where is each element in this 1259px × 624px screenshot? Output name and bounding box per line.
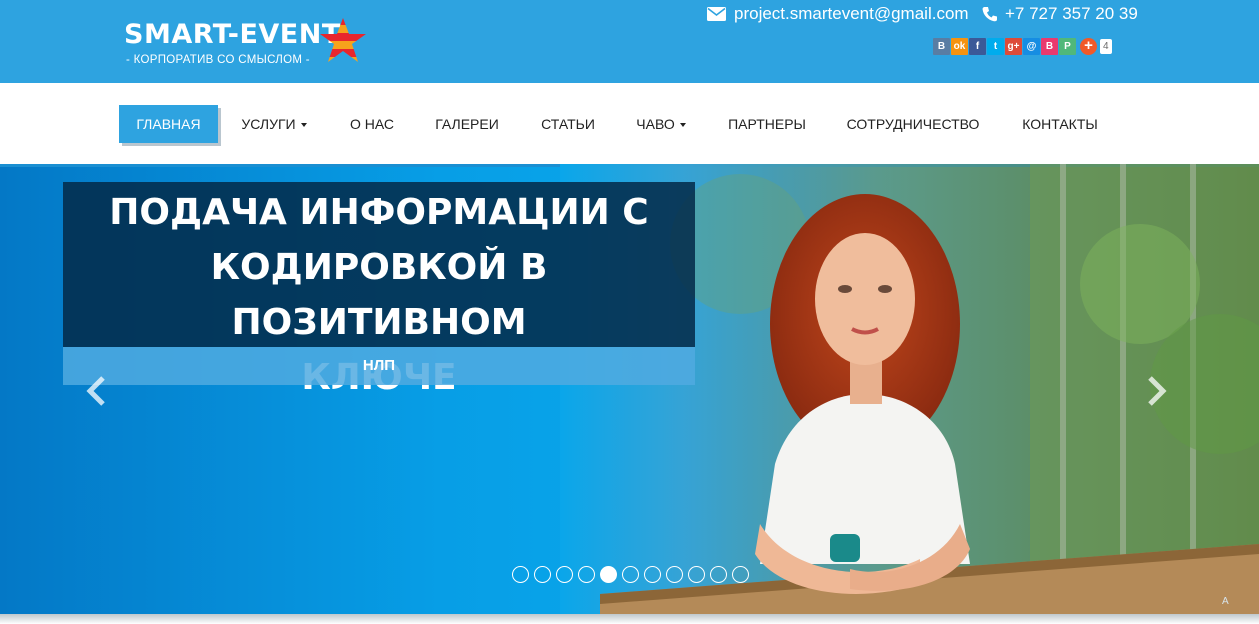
nav-item-label: ЧАВО: [636, 116, 675, 132]
nav-item-4[interactable]: ГАЛЕРЕИ: [425, 105, 509, 143]
share-buttons: Bok f t g+ @ B P +4: [933, 38, 1112, 56]
slider-dot[interactable]: [512, 566, 529, 583]
share-count: 4: [1100, 39, 1112, 54]
slider-dot[interactable]: [710, 566, 727, 583]
slide-subtitle[interactable]: НЛП: [63, 347, 695, 385]
caret-down-icon: [679, 123, 686, 128]
bookmark-icon[interactable]: B: [1041, 38, 1058, 55]
slider-dot[interactable]: [622, 566, 639, 583]
nav-item-label: СОТРУДНИЧЕСТВО: [846, 116, 980, 132]
nav-item-label: ПАРТНЕРЫ: [728, 116, 806, 132]
slider-dot[interactable]: [578, 566, 595, 583]
nav-item-label: ГЛАВНАЯ: [136, 116, 201, 132]
facebook-icon[interactable]: f: [969, 38, 986, 55]
add-share-icon[interactable]: +: [1080, 38, 1097, 55]
nav-item-label: УСЛУГИ: [241, 116, 296, 132]
nav-item-label: О НАС: [349, 116, 395, 132]
nav-item-2[interactable]: УСЛУГИ: [232, 105, 316, 143]
slider-pagination: [512, 566, 754, 583]
slider-dot[interactable]: [688, 566, 705, 583]
nav-item-label: СТАТЬИ: [541, 116, 595, 132]
nav-item-label: ГАЛЕРЕИ: [435, 116, 499, 132]
phone-text[interactable]: +7 727 357 20 39: [1005, 4, 1138, 24]
nav-item-5[interactable]: СТАТЬИ: [530, 105, 606, 143]
nav-item-3[interactable]: О НАС: [339, 105, 405, 143]
slider-dot[interactable]: [644, 566, 661, 583]
print-icon[interactable]: P: [1059, 38, 1076, 55]
main-nav: ГЛАВНАЯ УСЛУГИ О НАС ГАЛЕРЕИ СТАТЬИ ЧАВО ПАРТН…: [0, 83, 1259, 164]
logo-tagline: - КОРПОРАТИВ СО СМЫСЛОМ -: [126, 54, 310, 66]
vk-icon[interactable]: B: [933, 38, 950, 55]
slider-dot[interactable]: [534, 566, 551, 583]
watermark-text: A: [1222, 596, 1229, 607]
slide-title-line: КОДИРОВКОЙ В ПОЗИТИВНОМ: [210, 247, 548, 343]
email-text[interactable]: project.smartevent@gmail.com: [734, 4, 969, 24]
next-slide-arrow-icon[interactable]: [1145, 374, 1169, 408]
prev-slide-arrow-icon[interactable]: [84, 374, 108, 408]
mail-icon[interactable]: @: [1023, 38, 1040, 55]
twitter-icon[interactable]: t: [987, 38, 1004, 55]
nav-item-6[interactable]: ЧАВО: [625, 105, 697, 143]
contact-phone[interactable]: +7 727 357 20 39: [982, 4, 1138, 24]
odnoklassniki-icon[interactable]: ok: [951, 38, 968, 55]
star-icon: [320, 18, 366, 62]
slider-dot[interactable]: [556, 566, 573, 583]
contact-email[interactable]: project.smartevent@gmail.com: [707, 4, 969, 24]
top-bar: SMART-EVENT - КОРПОРАТИВ СО СМЫСЛОМ - pr: [0, 0, 1259, 83]
caret-down-icon: [300, 123, 307, 128]
hero-slider: ПОДАЧА ИНФОРМАЦИИ С КОДИРОВКОЙ В ПОЗИТИВ…: [0, 164, 1259, 614]
slide-title: ПОДАЧА ИНФОРМАЦИИ С КОДИРОВКОЙ В ПОЗИТИВ…: [63, 182, 695, 398]
nav-item-7[interactable]: ПАРТНЕРЫ: [718, 105, 816, 143]
slide-title-line: ПОДАЧА ИНФОРМАЦИИ С: [109, 192, 649, 233]
phone-icon: [982, 7, 997, 22]
nav-item-8[interactable]: СОТРУДНИЧЕСТВО: [835, 105, 991, 143]
slider-dot[interactable]: [600, 566, 617, 583]
envelope-icon: [707, 7, 726, 21]
google-plus-icon[interactable]: g+: [1005, 38, 1022, 55]
nav-item-9[interactable]: КОНТАКТЫ: [1011, 105, 1109, 143]
nav-item-label: КОНТАКТЫ: [1022, 116, 1098, 132]
slider-bottom-shadow: [0, 614, 1259, 624]
slider-dot[interactable]: [732, 566, 749, 583]
logo-title: SMART-EVENT: [124, 19, 341, 50]
slider-dot[interactable]: [666, 566, 683, 583]
logo[interactable]: SMART-EVENT - КОРПОРАТИВ СО СМЫСЛОМ -: [124, 16, 374, 72]
nav-item-1[interactable]: ГЛАВНАЯ: [119, 105, 218, 143]
